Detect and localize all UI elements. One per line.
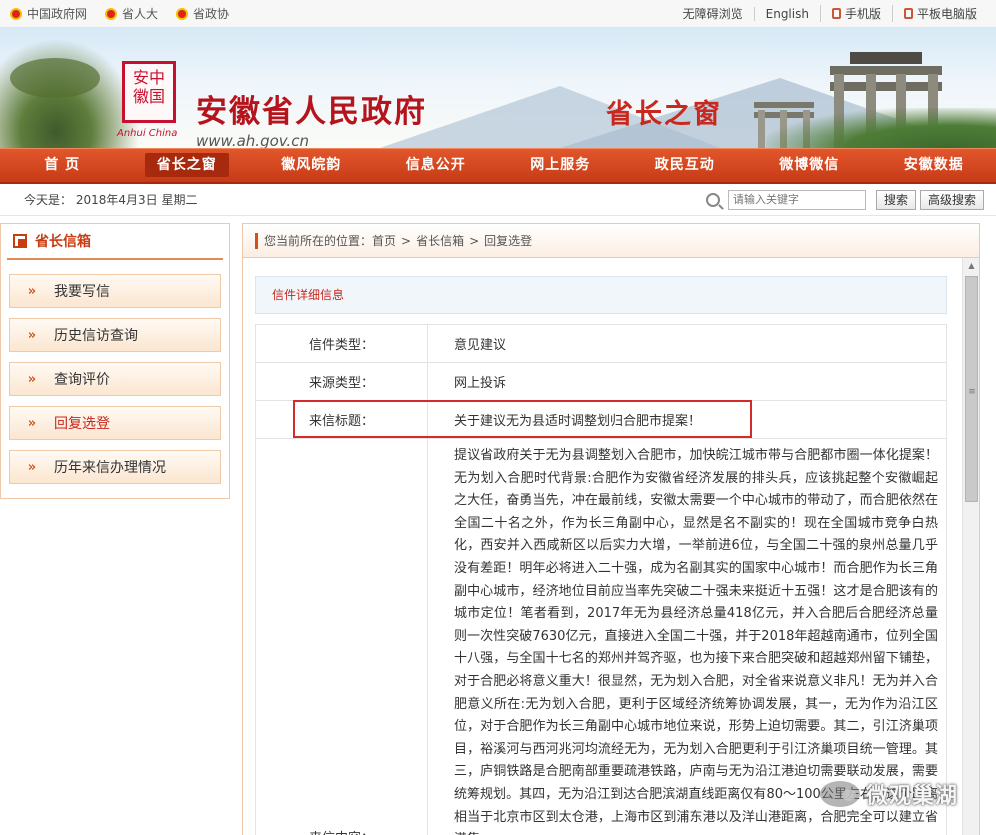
current-date: 今天是： 2018年4月3日 星期二 [24,193,198,207]
vertical-scrollbar[interactable]: ▲ ≡ [962,258,979,835]
main-panel: 您当前所在的位置： 首页 > 省长信箱 > 回复选登 信件详细信息 信件类型： … [242,223,980,835]
search-input[interactable] [727,189,866,210]
double-chevron-icon: » [27,283,37,299]
nav-info-disclosure[interactable]: 信息公开 [374,149,499,182]
sidebar-title: 省长信箱 [35,234,91,250]
sidebar-item-selected-replies[interactable]: » 回复选登 [9,406,221,440]
letter-title-value: 关于建议无为县适时调整划归合肥市提案！ [427,400,947,439]
nav-governor-window[interactable]: 省长之窗 [125,149,250,182]
breadcrumb-current[interactable]: 回复选登 [484,232,532,249]
field-label: 来源类型： [255,362,428,401]
source-type-value: 网上投诉 [427,362,947,401]
wechat-logo-icon [820,781,860,807]
detail-table: 信件类型： 意见建议 来源类型： 网上投诉 来信标题： 关于建议无为县适时调整划… [255,324,947,835]
site-title: 安徽省人民政府 [196,94,427,130]
table-row: 来源类型： 网上投诉 [255,362,947,401]
site-url: www.ah.gov.cn [196,132,309,148]
detail-section-title: 信件详细信息 [255,276,947,314]
breadcrumb-mailbox[interactable]: 省长信箱 [416,232,464,249]
sidebar: 省长信箱 » 我要写信 » 历史信访查询 » 查询评价 » 回复选登 » 历年来信办理情况 [0,223,230,499]
double-chevron-icon: » [27,327,37,343]
double-chevron-icon: » [27,371,37,387]
letter-type-value: 意见建议 [427,324,947,363]
top-bar: 中国政府网 省人大 省政协 无障碍浏览 English 手机版 平板电脑版 [0,0,996,28]
link-mobile[interactable]: 手机版 [819,5,892,22]
link-tablet[interactable]: 平板电脑版 [891,5,988,22]
main-nav: 首 页 省长之窗 徽风皖韵 信息公开 网上服务 政民互动 微博微信 安徽数据 [0,148,996,184]
logo-subtitle: Anhui China [117,128,178,139]
tablet-icon [903,8,913,19]
scroll-up-arrow-icon[interactable]: ▲ [963,258,980,274]
national-emblem-icon [176,7,189,20]
section-title: 省长之窗 [606,99,722,130]
link-npc[interactable]: 省人大 [105,5,158,22]
sidebar-item-query-evaluation[interactable]: » 查询评价 [9,362,221,396]
sidebar-header: 省长信箱 [7,224,223,260]
header-banner: 安中 徽国 Anhui China 安徽省人民政府 www.ah.gov.cn … [0,28,996,148]
sidebar-item-annual-handling[interactable]: » 历年来信办理情况 [9,450,221,484]
nav-weibo-wechat[interactable]: 微博微信 [747,149,872,182]
link-cppcc[interactable]: 省政协 [176,5,229,22]
table-row: 信件类型： 意见建议 [255,324,947,363]
double-chevron-icon: » [27,459,37,475]
breadcrumb-home[interactable]: 首页 [372,232,396,249]
nav-data[interactable]: 安徽数据 [872,149,996,182]
letter-content: 提议省政府关于无为县调整划入合肥市，加快皖江城市带与合肥都市圈一体化提案！无为划… [427,438,947,835]
nav-online-services[interactable]: 网上服务 [498,149,623,182]
scrollbar-thumb[interactable]: ≡ [965,276,978,502]
national-emblem-icon [10,7,22,20]
link-accessibility[interactable]: 无障碍浏览 [672,5,754,22]
field-label: 信件类型： [255,324,428,363]
nav-interaction[interactable]: 政民互动 [623,149,748,182]
search-box: 搜索 高级搜索 [705,189,984,210]
watermark: 微观巢湖 [820,778,958,810]
grip-icon: ≡ [968,387,976,397]
sidebar-item-history-query[interactable]: » 历史信访查询 [9,318,221,352]
link-gov-cn[interactable]: 中国政府网 [10,5,87,22]
field-label: 来信内容： [255,438,428,835]
site-logo-seal: 安中 徽国 [122,61,176,123]
advanced-search-button[interactable]: 高级搜索 [919,189,984,210]
table-row: 来信内容： 提议省政府关于无为县调整划入合肥市，加快皖江城市带与合肥都市圈一体化… [255,438,947,835]
sidebar-item-write-letter[interactable]: » 我要写信 [9,274,221,308]
breadcrumb: 您当前所在的位置： 首页 > 省长信箱 > 回复选登 [243,224,979,258]
link-english[interactable]: English [753,6,820,21]
date-search-bar: 今天是： 2018年4月3日 星期二 搜索 高级搜索 [0,184,996,216]
search-icon [705,192,720,207]
nav-culture[interactable]: 徽风皖韵 [249,149,374,182]
search-button[interactable]: 搜索 [875,189,916,210]
phone-icon [831,8,841,19]
table-row: 来信标题： 关于建议无为县适时调整划归合肥市提案！ [255,400,947,439]
mailbox-icon [13,234,27,248]
nav-home[interactable]: 首 页 [0,149,125,182]
letter-detail: 信件详细信息 信件类型： 意见建议 来源类型： 网上投诉 来信标题： 关于建议无… [255,276,947,835]
national-emblem-icon [105,7,118,20]
field-label: 来信标题： [255,400,428,439]
double-chevron-icon: » [27,415,37,431]
